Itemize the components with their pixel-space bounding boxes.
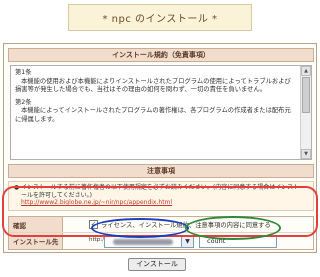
confirm-label: 確認 <box>9 217 63 232</box>
appendix-link[interactable]: http://www2.biglobe.ne.jp/~nir/npc/appen… <box>21 199 172 206</box>
clause-2-heading: 第2条 <box>15 98 32 106</box>
confirm-row: 確認 ✓ ライセンス、インストール規約、注意事項の内容に同意する <box>9 217 313 233</box>
scroll-down-icon[interactable]: ▼ <box>301 149 311 159</box>
redacted-url <box>113 239 173 245</box>
scroll-up-icon[interactable]: ▲ <box>301 66 311 76</box>
directory-input[interactable]: count <box>199 235 277 248</box>
license-textarea[interactable]: 第1条 本機能の使用および本機能によりインストールされたプログラムの使用によって… <box>10 65 312 160</box>
notes-box: ● インストールする前に著作権者の以下使用規定を必ずお読みください。(内容に同意… <box>8 181 314 211</box>
clause-1-heading: 第1条 <box>15 69 32 76</box>
clause-2-text: 本機能によってインストールされたプログラムの著作権は、各プログラムの作成者または… <box>15 107 291 123</box>
install-options-table: 確認 ✓ ライセンス、インストール規約、注意事項の内容に同意する インストール先… <box>8 216 314 250</box>
notes-text: インストールする前に著作権者の以下使用規定を必ずお読みください。(内容に同意する… <box>21 184 300 199</box>
clause-1-text: 本機能の使用および本機能によりインストールされたプログラムの使用によってトラブル… <box>15 77 291 94</box>
install-button[interactable]: インストール <box>128 258 186 271</box>
chevron-down-icon[interactable]: ▼ <box>181 236 193 247</box>
install-to-row: インストール先 http:// ▼ count <box>9 233 313 249</box>
install-to-label: インストール先 <box>9 233 63 249</box>
scroll-thumb[interactable] <box>302 77 310 113</box>
server-url-select[interactable]: ▼ <box>104 235 194 248</box>
bullet-icon: ● <box>14 184 20 191</box>
notes-header: 注意事項 <box>8 164 314 178</box>
agree-text[interactable]: ライセンス、インストール規約、注意事項の内容に同意する <box>101 220 271 229</box>
install-form-card: インストール規約（免責事項） 第1条 本機能の使用および本機能によりインストール… <box>3 43 317 253</box>
license-scrollbar[interactable]: ▲ ▼ <box>300 66 311 159</box>
license-header: インストール規約（免責事項） <box>8 48 314 62</box>
agree-checkbox[interactable]: ✓ <box>89 220 98 229</box>
page-title: * npc のインストール * <box>68 4 252 31</box>
